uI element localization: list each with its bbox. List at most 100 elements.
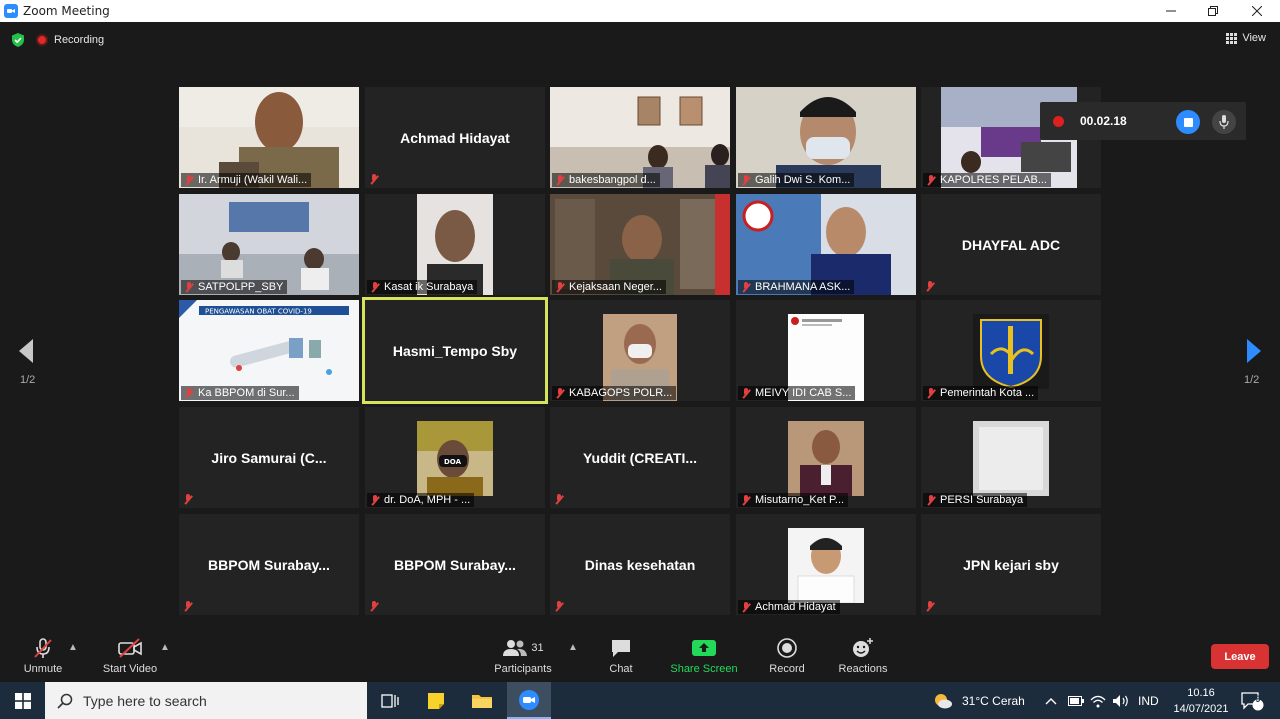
participant-tile[interactable]: Pemerintah Kota ...	[921, 300, 1101, 401]
participant-tile[interactable]: JPN kejari sby	[921, 514, 1101, 615]
battery-icon	[1068, 695, 1084, 706]
minimize-icon	[1166, 10, 1176, 12]
leave-button[interactable]: Leave	[1211, 644, 1269, 669]
sticky-notes-icon	[428, 692, 444, 709]
bbpom-banner-text: PENGAWASAN OBAT COVID-19	[205, 308, 312, 316]
participant-tile[interactable]: PENGAWASAN OBAT COVID-19 Ka BBPOM di Sur…	[179, 300, 359, 401]
participant-name: BBPOM Surabay...	[208, 556, 330, 573]
record-label: Record	[769, 663, 805, 675]
minimize-button[interactable]	[1148, 0, 1194, 22]
muted-mic-icon	[184, 174, 194, 186]
participant-tile[interactable]: Achmad Hidayat	[365, 87, 545, 188]
task-view-button[interactable]	[368, 682, 412, 719]
reactions-button[interactable]: Reactions	[834, 636, 892, 675]
muted-mic-icon	[925, 281, 935, 292]
meeting-area: Recording View 1/2 1/2 Ir. Armuji (Wakil…	[0, 22, 1280, 632]
volume-indicator[interactable]	[1112, 682, 1130, 719]
participant-tile[interactable]: SATPOLPP_SBY	[179, 194, 359, 295]
close-button[interactable]	[1234, 0, 1280, 22]
participant-name-label: BRAHMANA ASK...	[738, 280, 855, 294]
unmute-button[interactable]: Unmute	[18, 636, 68, 675]
recording-indicator-icon	[1053, 116, 1064, 127]
file-explorer-app[interactable]	[460, 682, 504, 719]
participant-tile[interactable]: DOA dr. DoA, MPH - ...	[365, 407, 545, 508]
sticky-notes-app[interactable]	[414, 682, 458, 719]
start-button[interactable]	[0, 682, 45, 719]
close-icon	[1252, 6, 1262, 16]
start-video-button[interactable]: Start Video	[98, 636, 162, 675]
participant-tile[interactable]: Ir. Armuji (Wakil Wali...	[179, 87, 359, 188]
video-thumbnail	[788, 528, 864, 603]
video-options-caret-icon[interactable]: ▲	[160, 642, 170, 653]
search-icon	[57, 693, 73, 709]
weather-widget[interactable]: 31°C Cerah	[932, 682, 1025, 719]
meeting-toolbar: Unmute ▲ Start Video ▲ 31 Participants ▲…	[0, 632, 1280, 682]
grid-view-icon	[1226, 32, 1238, 44]
participant-tile[interactable]: bakesbangpol d...	[550, 87, 730, 188]
share-screen-button[interactable]: Share Screen	[666, 636, 742, 675]
wifi-indicator[interactable]	[1090, 682, 1106, 719]
participant-name-label: bakesbangpol d...	[552, 173, 660, 187]
participant-tile[interactable]: BRAHMANA ASK...	[736, 194, 916, 295]
recording-mic-button[interactable]	[1212, 110, 1236, 134]
microphone-muted-icon	[34, 638, 52, 658]
chat-button[interactable]: Chat	[600, 636, 642, 675]
stop-recording-button[interactable]	[1176, 110, 1200, 134]
previous-page-arrow-icon[interactable]	[18, 338, 34, 364]
taskbar-search-box[interactable]: Type here to search	[45, 682, 367, 719]
participant-tile[interactable]: Achmad Hidayat	[736, 514, 916, 615]
participant-tile[interactable]: Misutarno_Ket P...	[736, 407, 916, 508]
audio-options-caret-icon[interactable]: ▲	[68, 642, 78, 653]
participant-tile[interactable]: PERSI Surabaya	[921, 407, 1101, 508]
participant-tile[interactable]: KABAGOPS POLR...	[550, 300, 730, 401]
muted-mic-icon	[554, 601, 564, 612]
participant-name-label: KAPOLRES PELAB...	[923, 173, 1051, 187]
battery-indicator[interactable]	[1068, 682, 1084, 719]
start-video-label: Start Video	[102, 663, 158, 675]
share-screen-icon	[692, 640, 716, 656]
participants-icon	[503, 640, 528, 656]
participants-count: 31	[531, 642, 544, 654]
search-placeholder: Type here to search	[83, 692, 207, 709]
muted-mic-icon	[741, 601, 751, 613]
window-titlebar: Zoom Meeting	[0, 0, 1280, 22]
participant-tile[interactable]: BBPOM Surabay...	[179, 514, 359, 615]
next-page-arrow-icon[interactable]	[1246, 338, 1262, 364]
zoom-app-icon	[4, 4, 18, 18]
action-center-button[interactable]: 9	[1240, 682, 1264, 719]
participant-tile-active-speaker[interactable]: Hasmi_Tempo Sby	[362, 297, 548, 404]
muted-mic-icon	[741, 387, 751, 399]
speaker-volume-icon	[1113, 694, 1128, 707]
participant-tile[interactable]: Kejaksaan Neger...	[550, 194, 730, 295]
windows-taskbar: Type here to search 31°C Cerah IND 10.16…	[0, 682, 1280, 719]
muted-mic-icon	[184, 281, 194, 293]
restore-button[interactable]	[1190, 0, 1236, 22]
view-button[interactable]: View	[1226, 32, 1266, 44]
muted-mic-icon	[925, 601, 935, 612]
participant-tile[interactable]: DHAYFAL ADC	[921, 194, 1101, 295]
participant-tile[interactable]: Kasat ik Surabaya	[365, 194, 545, 295]
security-shield-icon[interactable]	[10, 32, 26, 48]
clock-time: 10.16	[1187, 687, 1215, 699]
participant-tile[interactable]: Yuddit (CREATI...	[550, 407, 730, 508]
participants-button[interactable]: 31 Participants	[490, 636, 556, 675]
tray-overflow-button[interactable]	[1045, 682, 1057, 719]
input-language-indicator[interactable]: IND	[1138, 682, 1159, 719]
participant-name-label: Galih Dwi S. Kom...	[738, 173, 855, 187]
participant-tile[interactable]: MEIVY IDI CAB S...	[736, 300, 916, 401]
participants-options-caret-icon[interactable]: ▲	[568, 642, 578, 653]
participant-tile[interactable]: Dinas kesehatan	[550, 514, 730, 615]
task-view-icon	[381, 693, 399, 708]
muted-mic-icon	[554, 494, 564, 505]
muted-mic-icon	[370, 281, 380, 293]
zoom-taskbar-app[interactable]	[507, 682, 551, 719]
participant-name-label: Pemerintah Kota ...	[923, 386, 1039, 400]
participant-tile[interactable]: Jiro Samurai (C...	[179, 407, 359, 508]
participant-tile[interactable]: BBPOM Surabay...	[365, 514, 545, 615]
record-button[interactable]: Record	[764, 636, 810, 675]
participant-name: Dinas kesehatan	[584, 556, 696, 573]
participant-tile[interactable]: Galih Dwi S. Kom...	[736, 87, 916, 188]
muted-mic-icon	[741, 174, 751, 186]
participant-name: Yuddit (CREATI...	[582, 449, 698, 466]
taskbar-clock[interactable]: 10.16 14/07/2021	[1170, 685, 1232, 717]
